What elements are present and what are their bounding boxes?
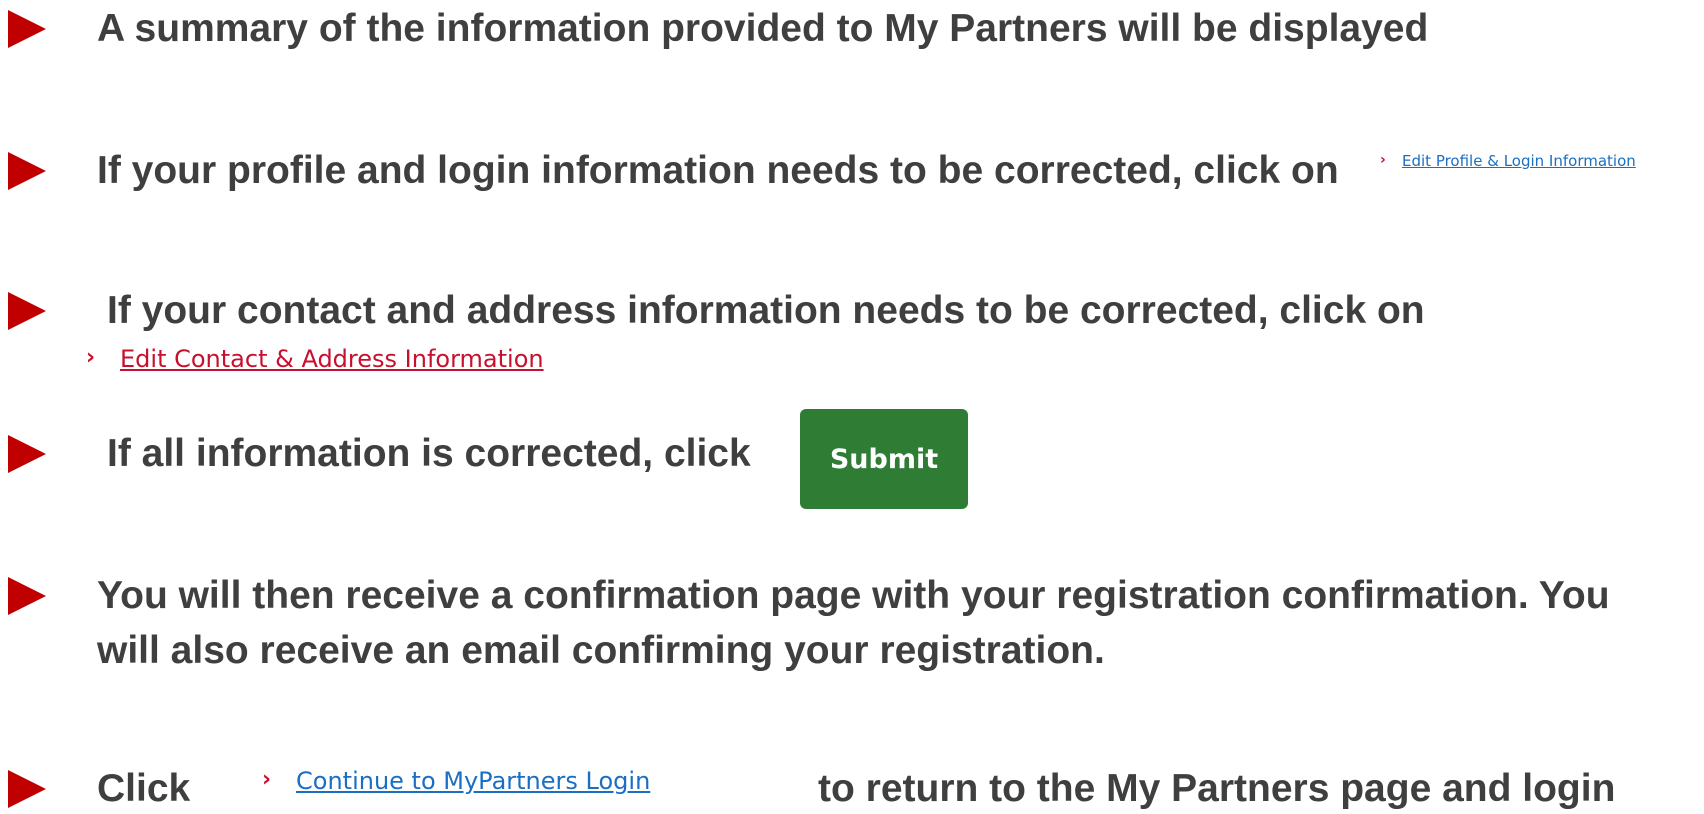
step-5-text-line-1: You will then receive a confirmation pag… [97, 574, 1610, 617]
step-4-text: If all information is corrected, click [107, 432, 751, 475]
continue-to-mypartners-login-link[interactable]: Continue to MyPartners Login [296, 767, 650, 795]
chevron-right-icon: › [262, 767, 272, 792]
step-2-text: If your profile and login information ne… [97, 149, 1339, 192]
bullet-arrow-icon [8, 770, 46, 808]
bullet-arrow-icon [8, 152, 46, 190]
bullet-arrow-icon [8, 577, 46, 615]
submit-button[interactable]: Submit [800, 409, 968, 509]
chevron-right-icon: › [1380, 152, 1386, 168]
step-5-text-line-2: will also receive an email confirming yo… [97, 629, 1105, 672]
step-6-text-before: Click [97, 767, 191, 810]
edit-profile-login-link[interactable]: Edit Profile & Login Information [1402, 152, 1636, 170]
chevron-right-icon: › [86, 345, 96, 370]
bullet-arrow-icon [8, 292, 46, 330]
bullet-arrow-icon [8, 435, 46, 473]
step-1-text: A summary of the information provided to… [97, 7, 1429, 50]
edit-contact-address-link[interactable]: Edit Contact & Address Information [120, 345, 544, 373]
bullet-arrow-icon [8, 10, 46, 48]
step-3-text: If your contact and address information … [107, 289, 1425, 332]
step-6-text-after: to return to the My Partners page and lo… [818, 767, 1616, 810]
